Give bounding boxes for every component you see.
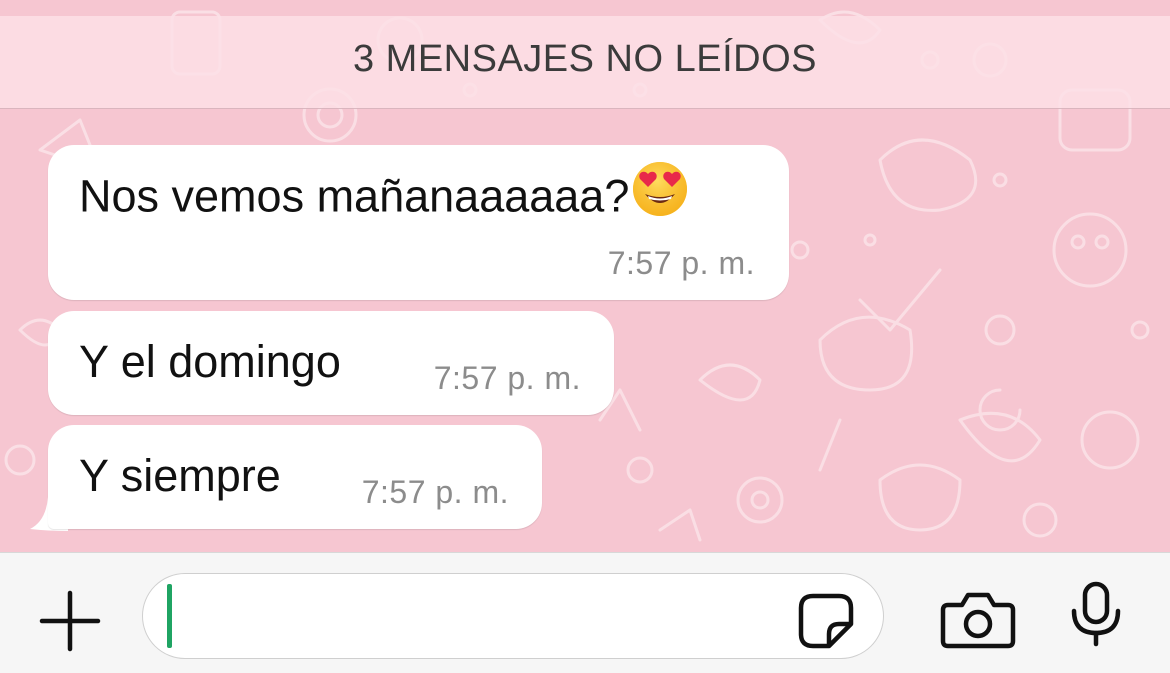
composer-bar xyxy=(0,552,1170,673)
plus-icon xyxy=(39,590,101,652)
attach-button[interactable] xyxy=(38,589,102,653)
text-caret xyxy=(167,584,172,648)
message-bubble[interactable]: Nos vemos mañanaaaaaa? 7:57 p. m. xyxy=(48,145,789,300)
message-text: Y siempre xyxy=(79,450,281,501)
message-timestamp: 7:57 p. m. xyxy=(361,474,509,510)
microphone-icon xyxy=(1071,581,1121,647)
message-bubble[interactable]: Y siempre 7:57 p. m. xyxy=(48,425,542,529)
camera-icon xyxy=(940,592,1016,649)
microphone-button[interactable] xyxy=(1066,581,1126,647)
message-bubble[interactable]: Y el domingo 7:57 p. m. xyxy=(48,311,614,415)
message-text: Y el domingo xyxy=(79,336,341,387)
sticker-icon xyxy=(798,593,854,649)
message-timestamp: 7:57 p. m. xyxy=(433,360,581,396)
unread-banner-label: 3 MENSAJES NO LEÍDOS xyxy=(352,37,817,80)
message-input[interactable] xyxy=(142,573,884,659)
heart-eyes-emoji-icon xyxy=(631,160,689,229)
message-timestamp: 7:57 p. m. xyxy=(607,245,755,281)
sticker-button[interactable] xyxy=(797,592,855,650)
message-text: Nos vemos mañanaaaaaa? xyxy=(79,170,630,222)
message-text-row: Nos vemos mañanaaaaaa? xyxy=(79,162,689,229)
chat-area[interactable]: 3 MENSAJES NO LEÍDOS Nos vemos mañanaaaa… xyxy=(0,0,1170,552)
unread-messages-banner: 3 MENSAJES NO LEÍDOS xyxy=(0,16,1170,109)
camera-button[interactable] xyxy=(940,591,1016,649)
